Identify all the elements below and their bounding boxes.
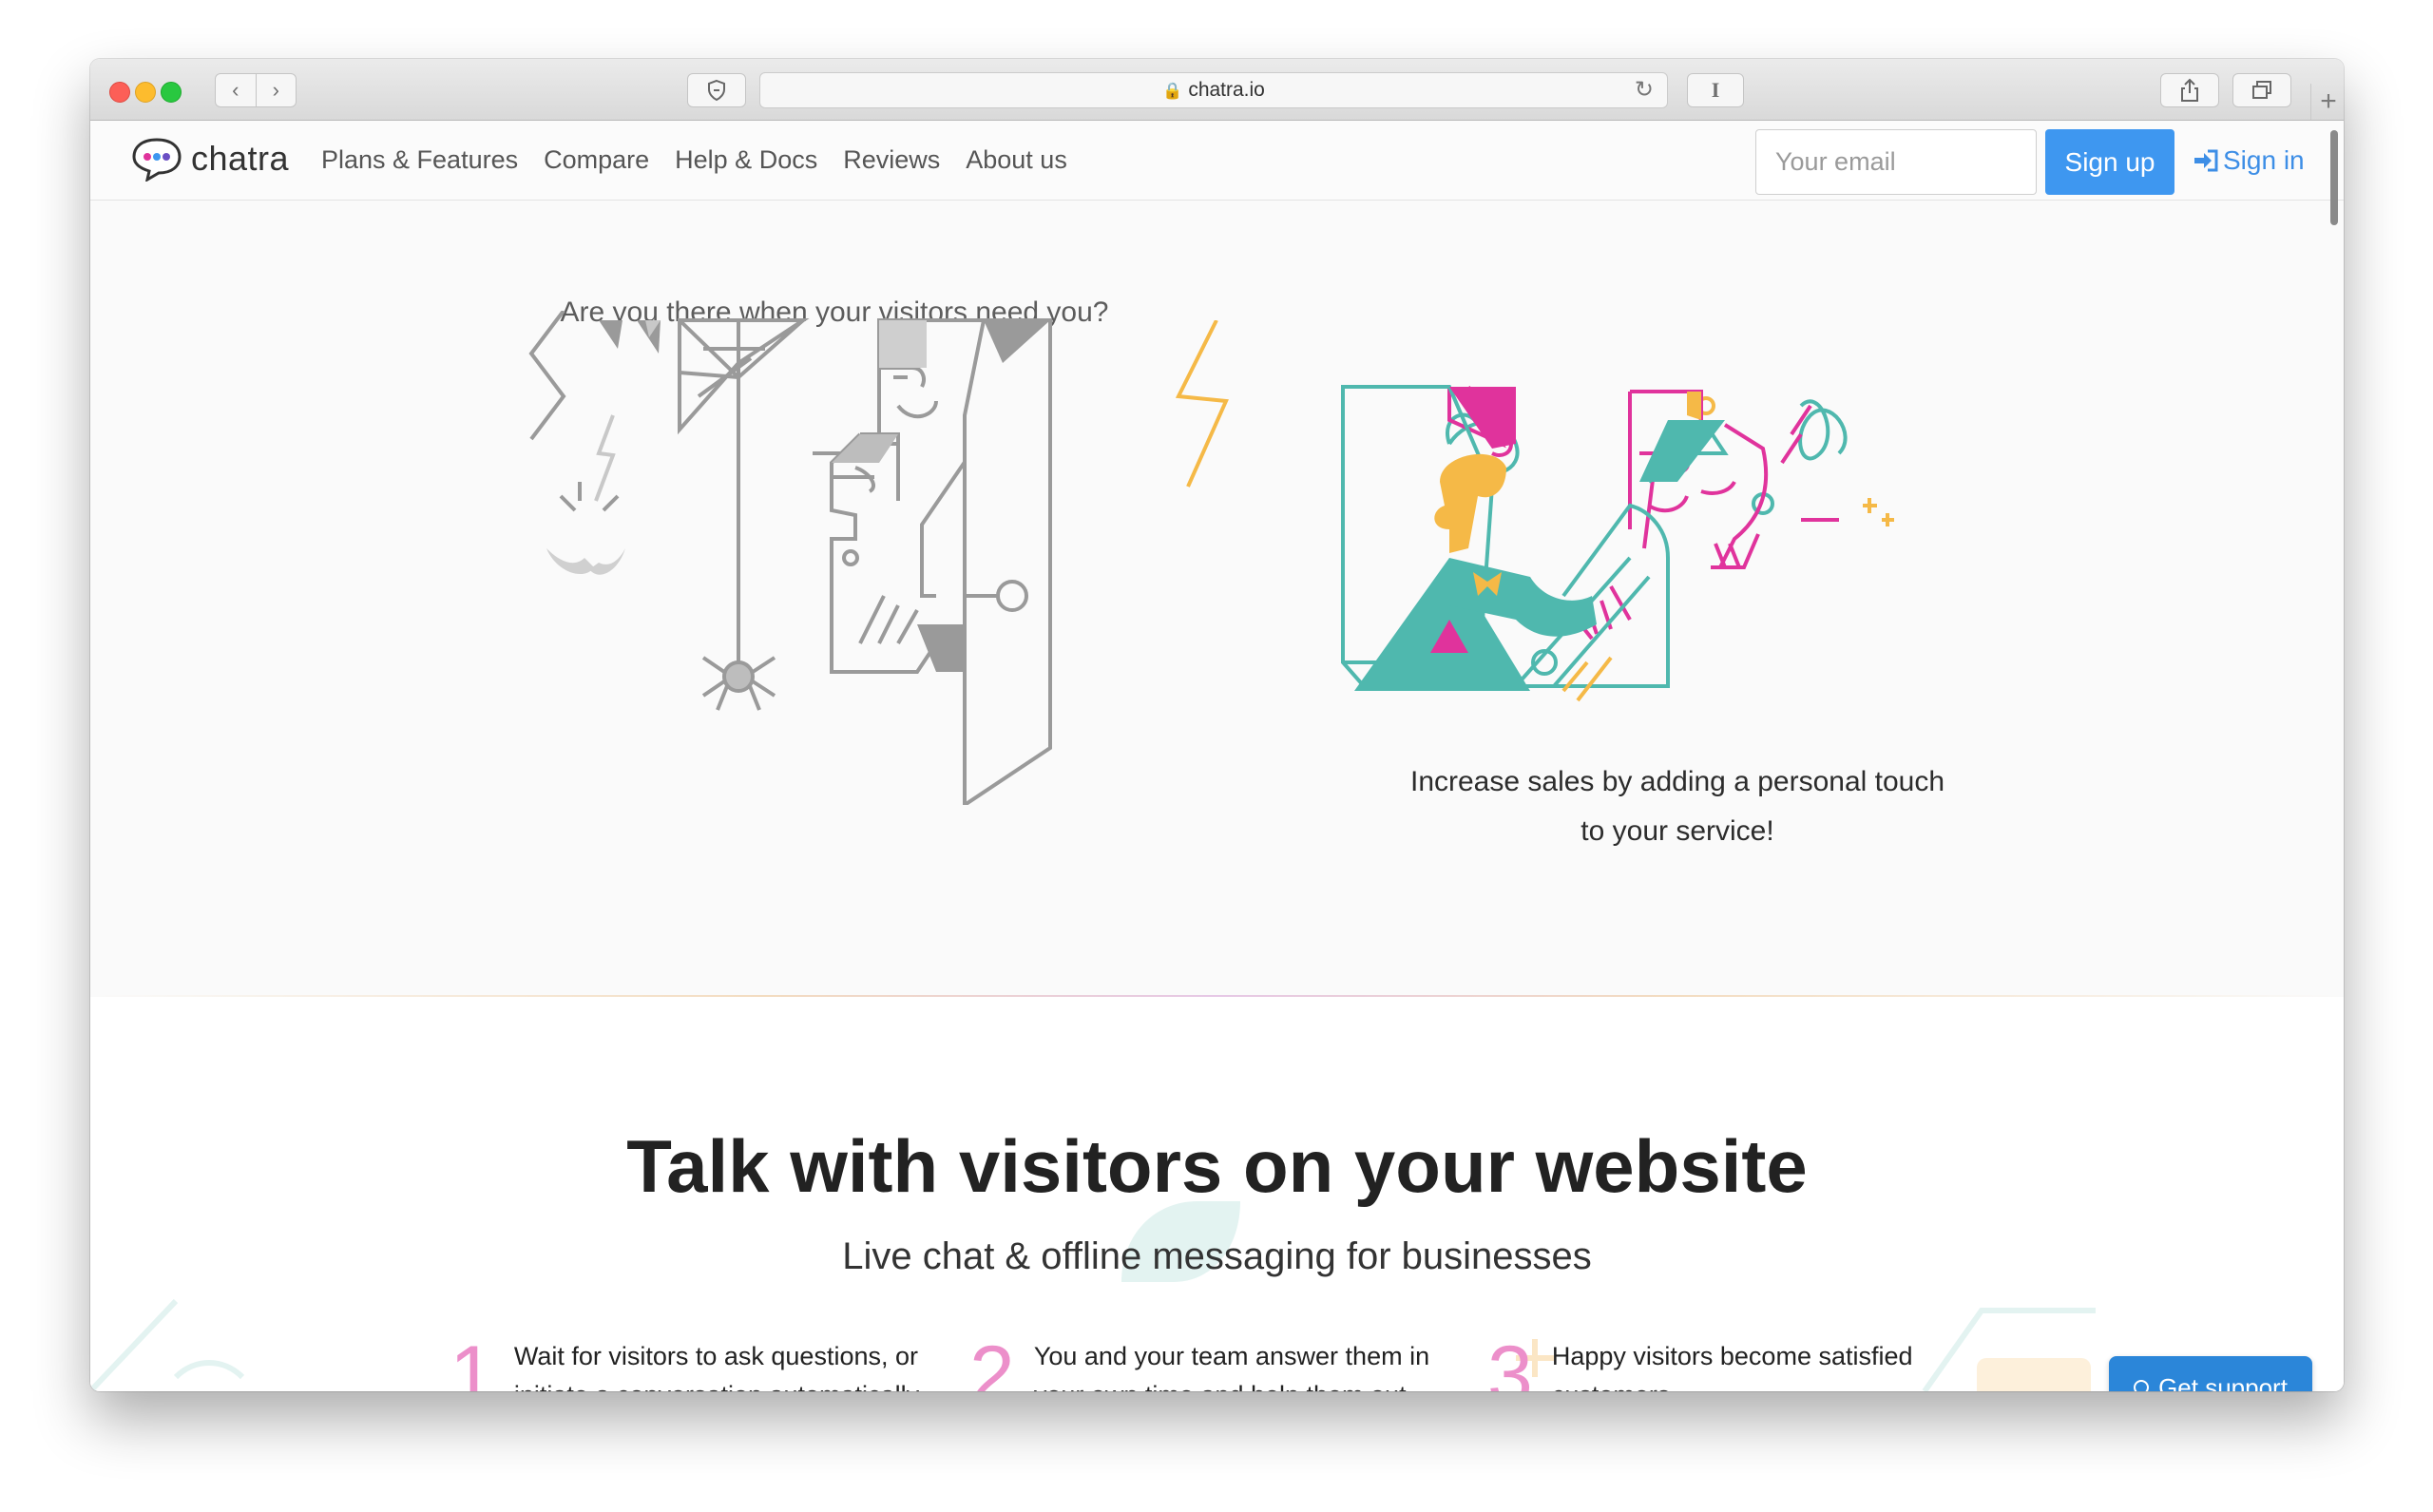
page-viewport: chatra Plans & Features Compare Help & D… <box>90 121 2344 1391</box>
happy-people-illustration <box>1341 385 1894 702</box>
reader-mode-button[interactable]: I <box>1687 73 1744 107</box>
chatra-logo[interactable]: chatra <box>130 136 289 182</box>
nav-reviews[interactable]: Reviews <box>843 145 940 175</box>
get-support-label: Get support <box>2158 1372 2288 1392</box>
shield-icon <box>708 79 725 102</box>
main-nav: Plans & Features Compare Help & Docs Rev… <box>321 121 1093 200</box>
tab-overview-button[interactable] <box>2232 73 2291 107</box>
nav-compare[interactable]: Compare <box>544 145 649 175</box>
history-nav: ‹ › <box>215 73 297 107</box>
step-3: 3 Happy visitors become satisfied custom… <box>1487 1330 1970 1391</box>
share-icon <box>2181 78 2198 102</box>
back-button[interactable]: ‹ <box>216 74 256 106</box>
sign-in-link[interactable]: Sign in <box>2193 121 2305 200</box>
nav-plans-features[interactable]: Plans & Features <box>321 145 518 175</box>
step-text: You and your team answer them in your ow… <box>1033 1342 1430 1391</box>
features-subtitle: Live chat & offline messaging for busine… <box>842 1235 1592 1277</box>
lightning-bolt-decoration <box>1175 320 1229 488</box>
forward-button[interactable]: › <box>255 74 297 106</box>
site-header: chatra Plans & Features Compare Help & D… <box>90 121 2344 225</box>
browser-toolbar: ‹ › 🔒 chatra.io ↻ I + <box>90 59 2344 121</box>
step-1: 1 Wait for visitors to ask questions, or… <box>450 1330 932 1391</box>
new-tab-button[interactable]: + <box>2310 84 2344 120</box>
lock-icon: 🔒 <box>1162 82 1183 100</box>
zoom-window-button[interactable] <box>161 82 182 103</box>
reload-icon[interactable]: ↻ <box>1635 73 1654 107</box>
step-text: Wait for visitors to ask questions, or i… <box>513 1342 919 1391</box>
browser-window: ‹ › 🔒 chatra.io ↻ I + chatra Plans & Fea… <box>90 59 2344 1391</box>
features-title: Talk with visitors on your website <box>626 1124 1808 1208</box>
share-button[interactable] <box>2160 73 2219 107</box>
step-number: 1 <box>450 1330 495 1391</box>
page-scrollbar[interactable] <box>2330 130 2338 225</box>
address-bar[interactable]: 🔒 chatra.io ↻ <box>759 72 1668 108</box>
hero-caption-line-2: to your service! <box>1580 815 1774 847</box>
chat-bubble-logo-icon <box>132 138 182 182</box>
minimize-window-button[interactable] <box>135 82 156 103</box>
step-number: 3 <box>1487 1330 1533 1391</box>
nav-help-docs[interactable]: Help & Docs <box>675 145 817 175</box>
hero-caption-line-1: Increase sales by adding a personal touc… <box>1409 766 1945 797</box>
get-support-button[interactable]: Get support <box>2109 1356 2312 1391</box>
tabs-icon <box>2252 81 2271 99</box>
waiting-people-illustration <box>528 311 1052 805</box>
brand-name: chatra <box>191 139 290 178</box>
email-field[interactable] <box>1755 129 2037 195</box>
url-text: chatra.io <box>1188 79 1265 101</box>
step-text: Happy visitors become satisfied customer… <box>1551 1342 1913 1391</box>
sign-in-label: Sign in <box>2223 144 2305 175</box>
privacy-report-button[interactable] <box>687 73 746 107</box>
step-2: 2 You and your team answer them in your … <box>969 1330 1452 1391</box>
step-number: 2 <box>969 1330 1015 1391</box>
sign-up-button[interactable]: Sign up <box>2045 129 2174 195</box>
sign-in-icon <box>2194 149 2218 171</box>
nav-about-us[interactable]: About us <box>966 145 1067 175</box>
close-window-button[interactable] <box>109 82 130 103</box>
status-ring-icon <box>2134 1380 2150 1391</box>
hero-caption: Increase sales by adding a personal touc… <box>1345 757 2010 856</box>
